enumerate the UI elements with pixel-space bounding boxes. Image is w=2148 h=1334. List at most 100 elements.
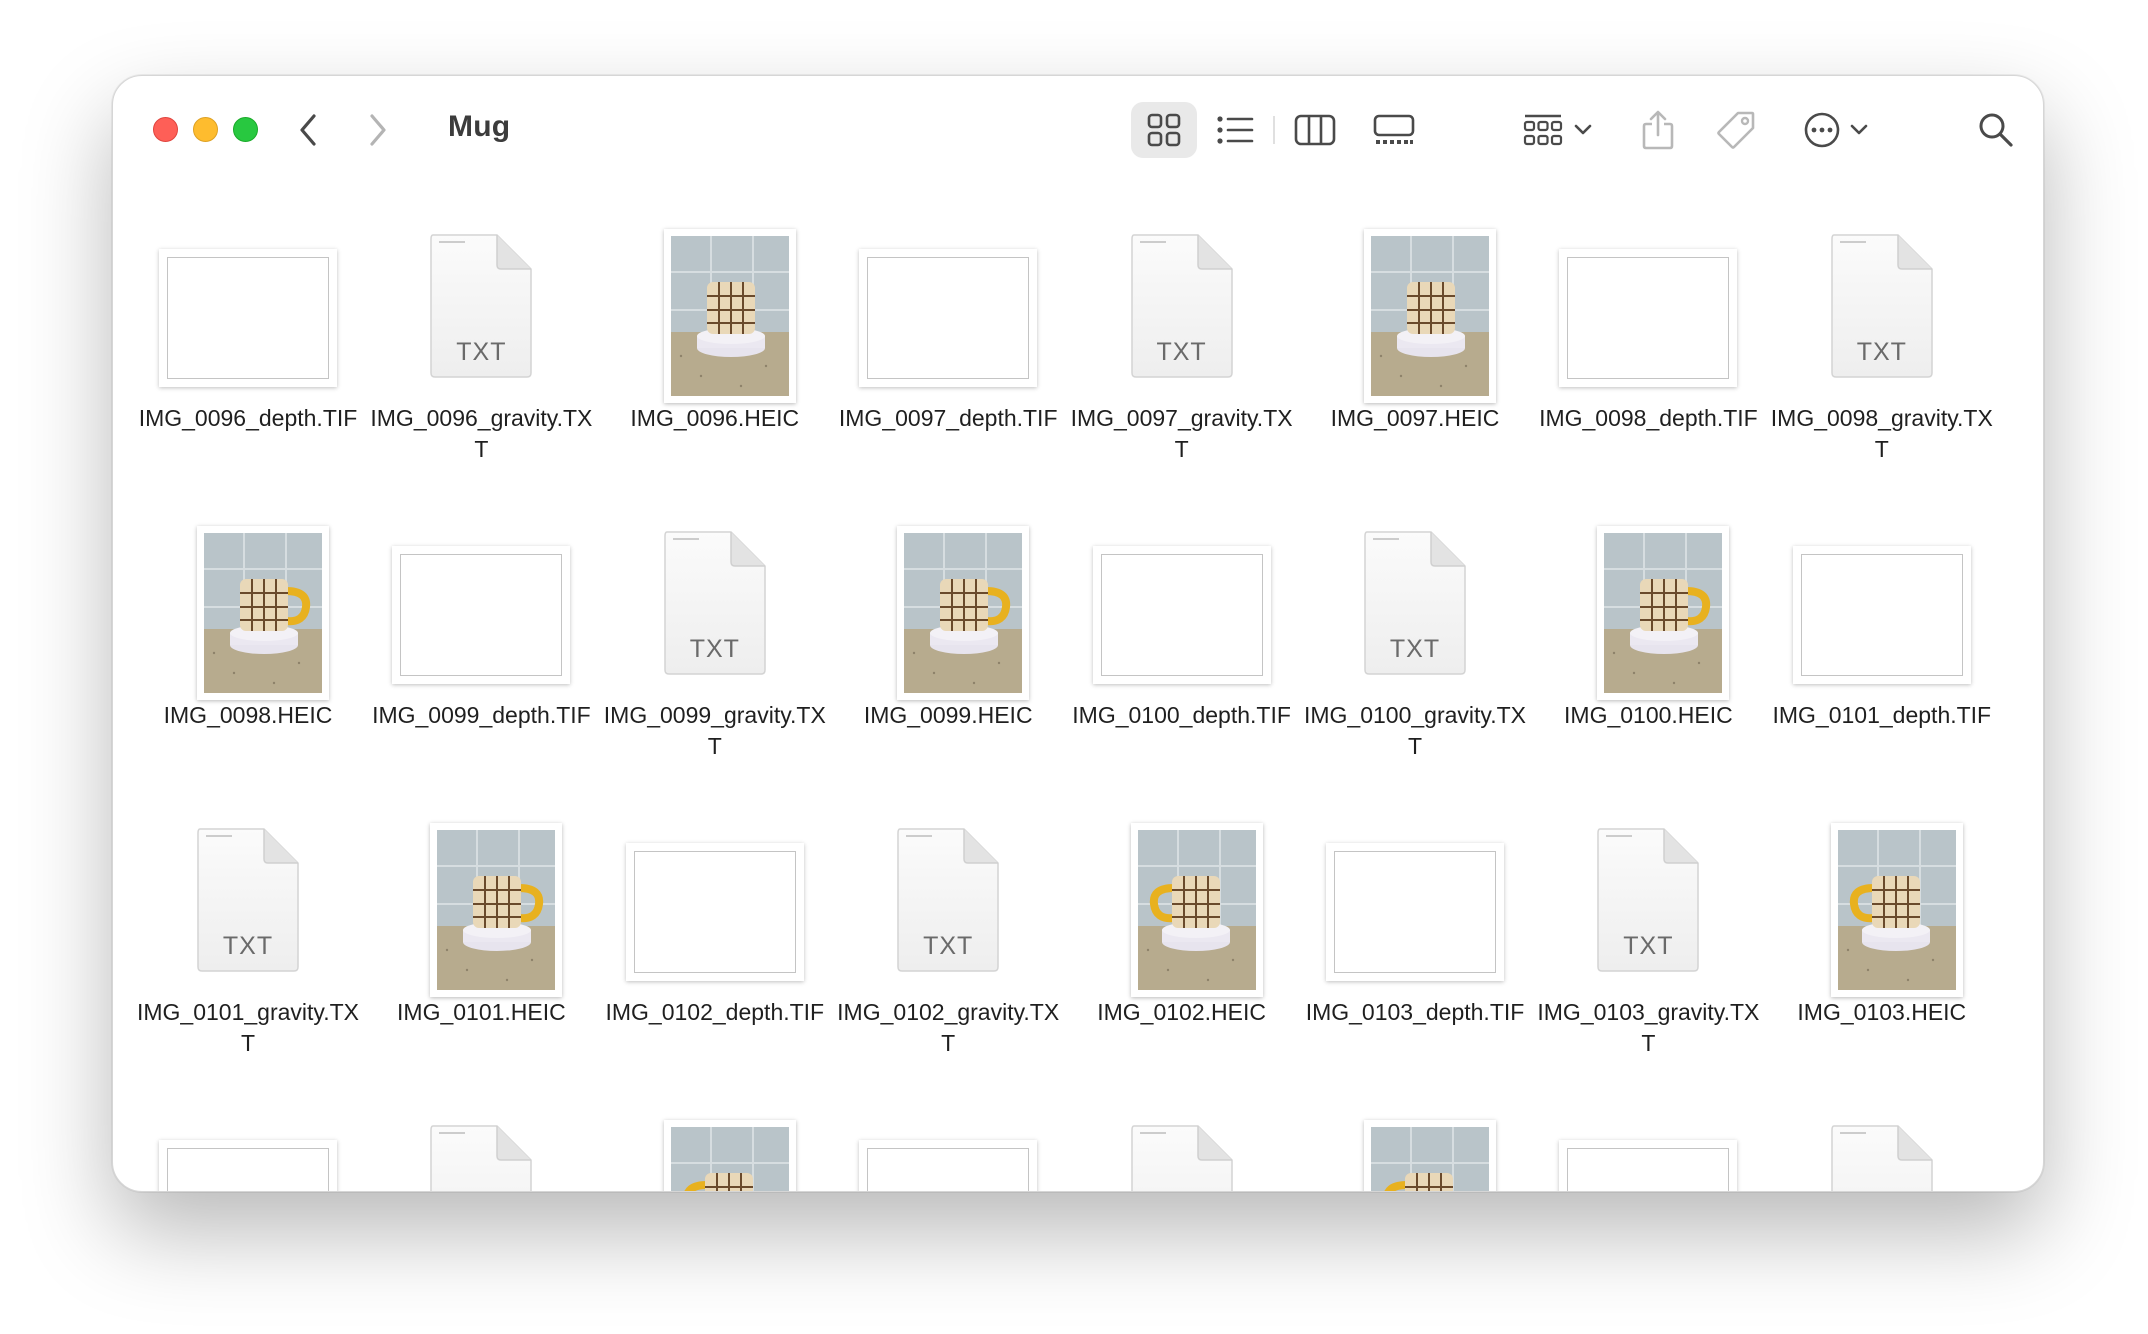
file-icon [140, 1102, 356, 1191]
file-grid: IMG_0096_depth.TIF TXT IMG_0096_gravity.T… [113, 76, 2043, 1191]
tif-thumbnail-icon [159, 249, 337, 387]
doc-type-badge: TXT [689, 635, 740, 663]
tif-thumbnail-icon [1559, 249, 1738, 387]
tif-thumbnail-icon [625, 843, 804, 981]
file-name-label: IMG_0102_depth.TIF [605, 999, 825, 1025]
doc-type-badge: TXT [923, 932, 974, 960]
heic-thumbnail-icon [1364, 229, 1496, 403]
mug-photo-icon [204, 533, 322, 693]
file-icon [373, 508, 589, 708]
file-icon [1307, 1102, 1523, 1191]
tif-thumbnail-icon [1326, 843, 1504, 981]
file-name-label: IMG_0097_gravity.TXT [1070, 405, 1293, 462]
file-icon [1307, 805, 1523, 1005]
heic-thumbnail-icon [1830, 823, 1963, 997]
mug-photo-icon [670, 236, 789, 396]
file-icon: TXT [607, 508, 823, 708]
finder-window: Mug IMG_0096_depth.TIF TXT IMG_0096_grav… [112, 75, 2044, 1192]
heic-thumbnail-icon [1364, 1120, 1496, 1191]
file-name-label: IMG_0099_depth.TIF [372, 702, 591, 728]
file-icon [1307, 211, 1523, 411]
file-icon [1774, 508, 1990, 708]
file-name-label: IMG_0100_gravity.TXT [1303, 702, 1526, 759]
doc-type-badge: TXT [1156, 338, 1207, 366]
file-name-label: IMG_0099_gravity.TXT [603, 702, 826, 759]
mug-photo-icon [1604, 533, 1723, 693]
mug-photo-icon [1837, 830, 1956, 990]
txt-document-icon: TXT [896, 827, 1000, 973]
file-icon: TXT [1774, 1102, 1990, 1191]
file-name-label: IMG_0097_depth.TIF [838, 405, 1058, 431]
heic-thumbnail-icon [430, 823, 563, 997]
file-icon [607, 805, 823, 1005]
file-icon [1774, 805, 1990, 1005]
txt-document-icon: TXT [1130, 233, 1234, 379]
file-icon: TXT [1307, 508, 1523, 708]
file-icon [840, 508, 1056, 708]
text-document-icon [430, 1125, 533, 1191]
tif-thumbnail-icon [1559, 1140, 1738, 1191]
file-icon [1540, 508, 1756, 708]
mug-photo-icon [1137, 830, 1256, 990]
file-icon: TXT [840, 805, 1056, 1005]
file-name-label: IMG_0101_gravity.TXT [136, 999, 359, 1056]
file-name-label: IMG_0096_depth.TIF [138, 405, 358, 431]
file-name-label: IMG_0098_gravity.TXT [1770, 405, 1993, 462]
txt-document-icon: TXT [1830, 1124, 1934, 1191]
mug-photo-icon [904, 533, 1023, 693]
text-document-icon [1831, 1125, 1933, 1191]
file-icon [1074, 805, 1290, 1005]
mug-photo-icon [670, 1127, 789, 1191]
file-icon [840, 1102, 1056, 1191]
file-icon: TXT [1074, 1102, 1290, 1191]
doc-type-badge: TXT [1623, 932, 1674, 960]
heic-thumbnail-icon [1597, 526, 1730, 700]
file-icon [140, 211, 356, 411]
txt-document-icon: TXT [663, 530, 767, 676]
file-name-label: IMG_0102_gravity.TXT [837, 999, 1060, 1056]
heic-thumbnail-icon [897, 526, 1030, 700]
tif-thumbnail-icon [159, 1140, 337, 1191]
file-icon: TXT [1074, 211, 1290, 411]
heic-thumbnail-icon [663, 229, 796, 403]
file-icon: TXT [1540, 805, 1756, 1005]
file-name-label: IMG_0100.HEIC [1564, 702, 1733, 728]
file-name-label: IMG_0096_gravity.TXT [370, 405, 593, 462]
file-icon [1540, 211, 1756, 411]
tif-thumbnail-icon [392, 546, 571, 684]
file-name-label: IMG_0103.HEIC [1797, 999, 1967, 1025]
tif-thumbnail-icon [859, 249, 1038, 387]
txt-document-icon: TXT [196, 827, 300, 973]
txt-document-icon: TXT [429, 233, 533, 379]
file-icon: TXT [1774, 211, 1990, 411]
file-icon [140, 508, 356, 708]
file-icon [607, 1102, 823, 1191]
file-name-label: IMG_0103_gravity.TXT [1537, 999, 1760, 1056]
file-name-label: IMG_0101.HEIC [397, 999, 566, 1025]
mug-photo-icon [1371, 236, 1489, 396]
file-name-label: IMG_0098.HEIC [163, 702, 333, 728]
file-icon: TXT [373, 1102, 589, 1191]
file-icon [607, 211, 823, 411]
text-document-icon [1130, 1125, 1233, 1191]
heic-thumbnail-icon [197, 526, 329, 700]
tif-thumbnail-icon [859, 1140, 1038, 1191]
file-icon: TXT [373, 211, 589, 411]
doc-type-badge: TXT [1856, 338, 1907, 366]
doc-type-badge: TXT [1389, 635, 1441, 663]
tif-thumbnail-icon [1792, 546, 1971, 684]
file-name-label: IMG_0102.HEIC [1097, 999, 1266, 1025]
txt-document-icon: TXT [1596, 827, 1700, 973]
file-name-label: IMG_0097.HEIC [1330, 405, 1500, 431]
txt-document-icon: TXT [1130, 1124, 1234, 1191]
heic-thumbnail-icon [663, 1120, 796, 1191]
file-icon [373, 805, 589, 1005]
file-name-label: IMG_0096.HEIC [630, 405, 800, 431]
file-name-label: IMG_0103_depth.TIF [1305, 999, 1525, 1025]
file-name-label: IMG_0098_depth.TIF [1539, 405, 1758, 431]
doc-type-badge: TXT [456, 338, 507, 366]
tif-thumbnail-icon [1092, 546, 1271, 684]
doc-type-badge: TXT [222, 932, 274, 960]
txt-document-icon: TXT [1830, 233, 1934, 379]
heic-thumbnail-icon [1130, 823, 1263, 997]
